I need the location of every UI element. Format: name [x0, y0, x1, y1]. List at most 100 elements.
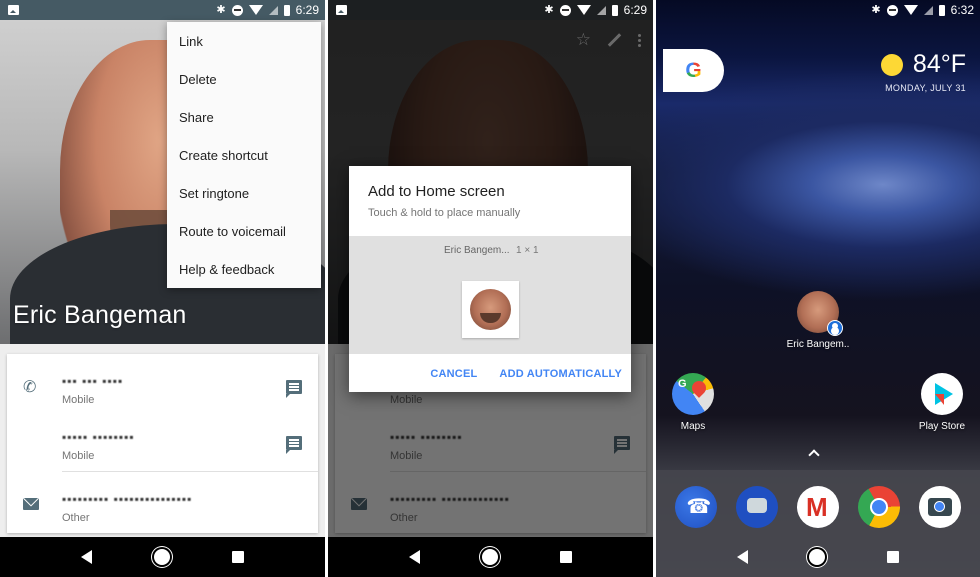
phone-type-label: Mobile — [62, 450, 95, 462]
wifi-icon — [576, 5, 591, 15]
email-redacted: ▪▪▪▪▪▪▪▪▪ ▪▪▪▪▪▪▪▪▪▪▪▪▪▪▪ — [62, 492, 193, 506]
status-time: 6:32 — [950, 3, 974, 17]
overflow-menu: Link Delete Share Create shortcut Set ri… — [167, 22, 321, 288]
status-bar: ✱ 6:32 — [656, 0, 980, 20]
maps-pin-glyph — [689, 378, 709, 398]
messages-app-icon[interactable] — [736, 486, 779, 528]
dialog-subtitle: Touch & hold to place manually — [368, 207, 521, 219]
cell-signal-icon — [923, 5, 933, 15]
play-store-icon — [921, 373, 963, 415]
sun-icon — [880, 53, 903, 76]
divider — [62, 471, 318, 472]
navigation-bar — [656, 537, 980, 577]
back-icon[interactable] — [736, 550, 748, 564]
phone-icon: ✆ — [23, 379, 37, 396]
widget-preview: Eric Bangem... 1 × 1 — [349, 236, 631, 354]
contact-toolbar: ☆ — [576, 30, 641, 50]
menu-item-link[interactable]: Link — [167, 22, 321, 60]
contact-details-card: ✆ ▪▪▪ ▪▪▪ ▪▪▪▪ Mobile ▪▪▪▪▪ ▪▪▪▪▪▪▪▪ Mob… — [7, 354, 318, 533]
maps-icon: G — [672, 373, 714, 415]
dialog-actions: CANCEL ADD AUTOMATICALLY — [430, 368, 622, 380]
status-time: 6:29 — [623, 3, 647, 17]
screen-home: ✱ 6:32 G 84°F MONDAY, JULY 31 Eric Bange… — [656, 0, 980, 577]
screen-contact-menu: ✱ 6:29 Eric Bangeman Link Delete Share C… — [0, 0, 325, 577]
more-vert-icon[interactable] — [638, 38, 641, 42]
bluetooth-icon: ✱ — [871, 3, 881, 16]
detail-row-phone-1[interactable]: ✆ ▪▪▪ ▪▪▪ ▪▪▪▪ Mobile — [7, 360, 318, 416]
back-icon[interactable] — [409, 550, 420, 564]
wifi-icon — [903, 5, 918, 15]
home-icon[interactable] — [482, 549, 498, 565]
message-icon[interactable] — [286, 380, 302, 398]
image-notification-icon — [336, 5, 347, 15]
dock — [656, 486, 980, 528]
google-search-pill[interactable]: G — [663, 49, 724, 92]
back-icon[interactable] — [81, 550, 92, 564]
maps-g-glyph: G — [678, 378, 687, 390]
do-not-disturb-icon — [559, 4, 571, 16]
cancel-button[interactable]: CANCEL — [430, 368, 477, 380]
email-type-label: Other — [62, 512, 90, 524]
bluetooth-icon: ✱ — [544, 3, 554, 16]
weather-widget[interactable]: 84°F — [880, 50, 966, 79]
status-time: 6:29 — [295, 3, 319, 17]
app-maps[interactable]: G Maps — [656, 373, 733, 432]
navigation-bar — [0, 537, 325, 577]
camera-app-icon[interactable] — [918, 486, 961, 528]
battery-icon — [611, 4, 618, 16]
battery-icon — [283, 4, 290, 16]
contact-shortcut[interactable]: Eric Bangem.. — [778, 291, 858, 350]
recents-icon[interactable] — [232, 551, 244, 563]
play-triangle-accent-glyph — [935, 394, 944, 405]
wifi-icon — [248, 5, 263, 15]
add-to-home-dialog: Add to Home screen Touch & hold to place… — [349, 166, 631, 392]
app-label: Play Store — [918, 421, 966, 432]
detail-row-email[interactable]: ▪▪▪▪▪▪▪▪▪ ▪▪▪▪▪▪▪▪▪▪▪▪▪▪▪ Other — [7, 478, 318, 534]
contact-badge-icon — [827, 320, 843, 336]
detail-row-phone-2[interactable]: ▪▪▪▪▪ ▪▪▪▪▪▪▪▪ Mobile — [7, 416, 318, 472]
recents-icon[interactable] — [560, 551, 572, 563]
cell-signal-icon — [596, 5, 606, 15]
message-icon[interactable] — [286, 436, 302, 454]
image-notification-icon — [8, 5, 19, 15]
navigation-bar — [328, 537, 653, 577]
gmail-app-icon[interactable] — [796, 486, 839, 528]
menu-item-share[interactable]: Share — [167, 98, 321, 136]
bluetooth-icon: ✱ — [216, 3, 226, 16]
widget-name: Eric Bangem... — [444, 245, 510, 256]
app-play-store[interactable]: Play Store — [902, 373, 980, 432]
menu-item-route-to-voicemail[interactable]: Route to voicemail — [167, 212, 321, 250]
phone-app-icon[interactable] — [675, 486, 718, 528]
email-icon — [23, 498, 39, 510]
menu-item-create-shortcut[interactable]: Create shortcut — [167, 136, 321, 174]
chrome-app-icon[interactable] — [857, 486, 900, 528]
menu-item-set-ringtone[interactable]: Set ringtone — [167, 174, 321, 212]
do-not-disturb-icon — [231, 4, 243, 16]
phone-number-redacted: ▪▪▪▪▪ ▪▪▪▪▪▪▪▪ — [62, 430, 135, 444]
date-label[interactable]: MONDAY, JULY 31 — [885, 83, 966, 93]
phone-number-redacted: ▪▪▪ ▪▪▪ ▪▪▪▪ — [62, 374, 124, 388]
shortcut-preview-tile[interactable] — [462, 281, 519, 338]
dialog-title: Add to Home screen — [368, 183, 505, 200]
menu-item-help-feedback[interactable]: Help & feedback — [167, 250, 321, 288]
contact-avatar — [470, 289, 511, 330]
app-label: Maps — [680, 421, 706, 432]
home-icon[interactable] — [809, 549, 826, 565]
screen-add-to-home-dialog: ✱ 6:29 ☆ Mobile ▪▪▪▪▪ ▪▪▪▪▪▪▪▪ Mobile ▪▪… — [328, 0, 653, 577]
recents-icon[interactable] — [887, 551, 900, 563]
widget-size: 1 × 1 — [516, 245, 539, 256]
add-automatically-button[interactable]: ADD AUTOMATICALLY — [499, 368, 622, 380]
status-bar: ✱ 6:29 — [328, 0, 653, 20]
shortcut-label: Eric Bangem.. — [786, 339, 850, 350]
menu-item-delete[interactable]: Delete — [167, 60, 321, 98]
status-bar: ✱ 6:29 — [0, 0, 325, 20]
cell-signal-icon — [268, 5, 278, 15]
battery-icon — [938, 4, 945, 16]
do-not-disturb-icon — [886, 4, 898, 16]
home-icon[interactable] — [154, 549, 170, 565]
phone-type-label: Mobile — [62, 394, 95, 406]
star-icon[interactable]: ☆ — [576, 30, 591, 50]
contact-name: Eric Bangeman — [13, 301, 187, 329]
temperature: 84°F — [912, 50, 966, 78]
edit-icon[interactable] — [607, 33, 622, 47]
